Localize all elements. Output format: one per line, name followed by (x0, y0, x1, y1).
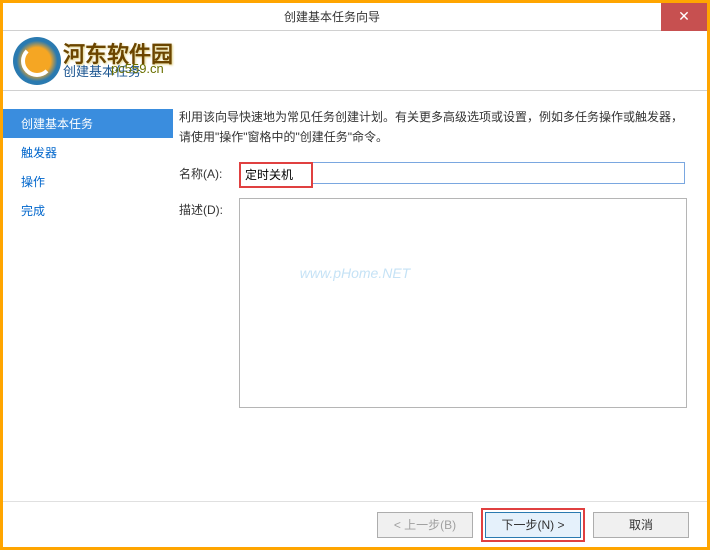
name-label: 名称(A): (179, 162, 239, 182)
titlebar: 创建基本任务向导 ✕ (3, 3, 707, 31)
wizard-sidebar: 创建基本任务 触发器 操作 完成 (3, 91, 173, 501)
next-highlight-box: 下一步(N) > (481, 508, 585, 542)
desc-label: 描述(D): (179, 198, 239, 218)
instructions-text: 利用该向导快速地为常见任务创建计划。有关更多高级选项或设置，例如多任务操作或触发… (179, 107, 687, 148)
name-input-highlighted[interactable] (241, 164, 311, 186)
back-button: < 上一步(B) (377, 512, 473, 538)
wizard-footer: < 上一步(B) 下一步(N) > 取消 (3, 501, 707, 547)
name-input[interactable] (313, 162, 685, 184)
description-textarea[interactable] (239, 198, 687, 408)
sidebar-item-trigger[interactable]: 触发器 (3, 138, 173, 167)
close-button[interactable]: ✕ (661, 3, 707, 31)
brand-url: pc559.cn (111, 61, 164, 76)
wizard-body: 创建基本任务 触发器 操作 完成 利用该向导快速地为常见任务创建计划。有关更多高… (3, 91, 707, 501)
sidebar-item-create-task[interactable]: 创建基本任务 (3, 109, 173, 138)
desc-field-row: 描述(D): (179, 198, 687, 481)
next-button[interactable]: 下一步(N) > (485, 512, 581, 538)
logo-icon (13, 37, 61, 85)
name-field-row: 名称(A): (179, 162, 687, 188)
cancel-button[interactable]: 取消 (593, 512, 689, 538)
name-highlight-box (239, 162, 313, 188)
close-icon: ✕ (678, 8, 690, 25)
wizard-window: 创建基本任务向导 ✕ 河东软件园 创建基本任务 pc559.cn 创建基本任务 … (0, 0, 710, 550)
wizard-header: 河东软件园 创建基本任务 pc559.cn (3, 31, 707, 91)
window-title: 创建基本任务向导 (3, 8, 661, 25)
sidebar-item-finish[interactable]: 完成 (3, 196, 173, 225)
sidebar-item-action[interactable]: 操作 (3, 167, 173, 196)
wizard-content: 利用该向导快速地为常见任务创建计划。有关更多高级选项或设置，例如多任务操作或触发… (173, 91, 707, 501)
